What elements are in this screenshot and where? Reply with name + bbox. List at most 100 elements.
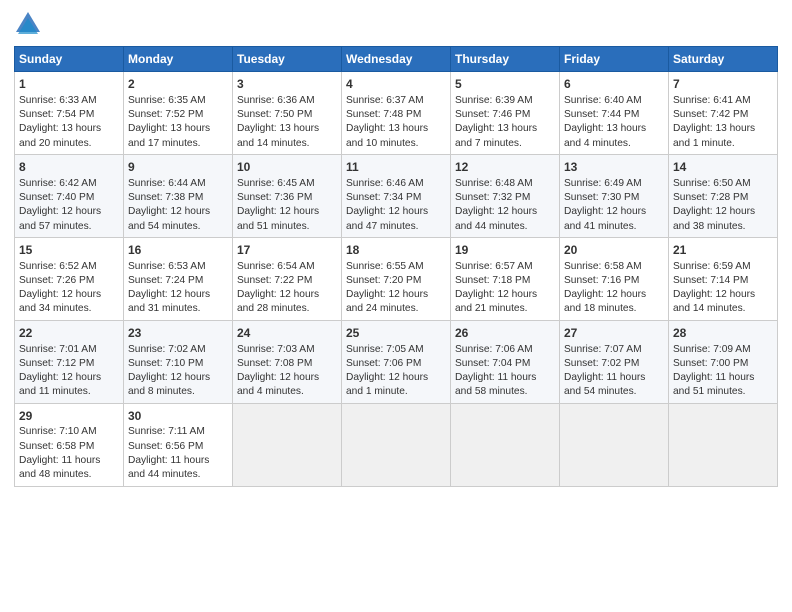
day-number: 30 (128, 408, 228, 425)
day-number: 29 (19, 408, 119, 425)
daylight-text: Daylight: 13 hours and 20 minutes. (19, 123, 101, 148)
sunset-text: Sunset: 7:18 PM (455, 275, 530, 286)
sunrise-text: Sunrise: 6:52 AM (19, 261, 97, 272)
table-cell: 13Sunrise: 6:49 AMSunset: 7:30 PMDayligh… (560, 154, 669, 237)
day-number: 6 (564, 76, 664, 93)
sunset-text: Sunset: 7:24 PM (128, 275, 203, 286)
calendar-table: Sunday Monday Tuesday Wednesday Thursday… (14, 46, 778, 487)
day-number: 26 (455, 325, 555, 342)
sunset-text: Sunset: 7:02 PM (564, 358, 639, 369)
day-number: 3 (237, 76, 337, 93)
table-cell: 26Sunrise: 7:06 AMSunset: 7:04 PMDayligh… (451, 320, 560, 403)
table-cell: 3Sunrise: 6:36 AMSunset: 7:50 PMDaylight… (233, 72, 342, 155)
table-cell: 9Sunrise: 6:44 AMSunset: 7:38 PMDaylight… (124, 154, 233, 237)
sunrise-text: Sunrise: 7:05 AM (346, 344, 424, 355)
sunset-text: Sunset: 7:54 PM (19, 109, 94, 120)
table-cell: 2Sunrise: 6:35 AMSunset: 7:52 PMDaylight… (124, 72, 233, 155)
table-cell: 21Sunrise: 6:59 AMSunset: 7:14 PMDayligh… (669, 237, 778, 320)
table-cell (669, 403, 778, 486)
day-number: 28 (673, 325, 773, 342)
col-friday: Friday (560, 47, 669, 72)
daylight-text: Daylight: 12 hours and 1 minute. (346, 372, 428, 397)
col-sunday: Sunday (15, 47, 124, 72)
sunrise-text: Sunrise: 7:06 AM (455, 344, 533, 355)
col-wednesday: Wednesday (342, 47, 451, 72)
day-number: 1 (19, 76, 119, 93)
daylight-text: Daylight: 13 hours and 17 minutes. (128, 123, 210, 148)
daylight-text: Daylight: 12 hours and 57 minutes. (19, 206, 101, 231)
sunrise-text: Sunrise: 6:58 AM (564, 261, 642, 272)
table-cell: 11Sunrise: 6:46 AMSunset: 7:34 PMDayligh… (342, 154, 451, 237)
table-cell: 30Sunrise: 7:11 AMSunset: 6:56 PMDayligh… (124, 403, 233, 486)
header (14, 10, 778, 38)
daylight-text: Daylight: 12 hours and 14 minutes. (673, 289, 755, 314)
table-cell: 25Sunrise: 7:05 AMSunset: 7:06 PMDayligh… (342, 320, 451, 403)
day-number: 25 (346, 325, 446, 342)
daylight-text: Daylight: 11 hours and 51 minutes. (673, 372, 754, 397)
sunrise-text: Sunrise: 6:41 AM (673, 95, 751, 106)
daylight-text: Daylight: 12 hours and 41 minutes. (564, 206, 646, 231)
table-cell: 1 Sunrise: 6:33 AM Sunset: 7:54 PM Daylight… (15, 72, 124, 155)
sunset-text: Sunset: 7:52 PM (128, 109, 203, 120)
sunrise-text: Sunrise: 6:57 AM (455, 261, 533, 272)
sunset-text: Sunset: 7:26 PM (19, 275, 94, 286)
sunset-text: Sunset: 7:00 PM (673, 358, 748, 369)
sunset-text: Sunset: 7:30 PM (564, 192, 639, 203)
sunset-text: Sunset: 7:34 PM (346, 192, 421, 203)
daylight-text: Daylight: 11 hours and 58 minutes. (455, 372, 536, 397)
sunrise-text: Sunrise: 6:54 AM (237, 261, 315, 272)
sunset-text: Sunset: 7:22 PM (237, 275, 312, 286)
sunset-text: Sunset: 7:44 PM (564, 109, 639, 120)
sunrise-text: Sunrise: 6:45 AM (237, 178, 315, 189)
table-cell: 22Sunrise: 7:01 AMSunset: 7:12 PMDayligh… (15, 320, 124, 403)
day-number: 7 (673, 76, 773, 93)
table-cell: 17Sunrise: 6:54 AMSunset: 7:22 PMDayligh… (233, 237, 342, 320)
daylight-text: Daylight: 12 hours and 34 minutes. (19, 289, 101, 314)
logo-icon (14, 10, 42, 38)
daylight-text: Daylight: 13 hours and 10 minutes. (346, 123, 428, 148)
sunset-text: Sunset: 6:58 PM (19, 441, 94, 452)
sunrise-text: Sunrise: 6:50 AM (673, 178, 751, 189)
daylight-text: Daylight: 12 hours and 54 minutes. (128, 206, 210, 231)
daylight-text: Daylight: 12 hours and 51 minutes. (237, 206, 319, 231)
day-number: 2 (128, 76, 228, 93)
sunrise-text: Sunrise: 6:48 AM (455, 178, 533, 189)
sunrise-text: Sunrise: 7:11 AM (128, 426, 205, 437)
sunrise-text: Sunrise: 6:33 AM (19, 95, 97, 106)
day-number: 12 (455, 159, 555, 176)
week-row-1: 1 Sunrise: 6:33 AM Sunset: 7:54 PM Daylight… (15, 72, 778, 155)
sunset-text: Sunset: 7:40 PM (19, 192, 94, 203)
table-cell: 7Sunrise: 6:41 AMSunset: 7:42 PMDaylight… (669, 72, 778, 155)
sunset-text: Sunset: 7:46 PM (455, 109, 530, 120)
col-thursday: Thursday (451, 47, 560, 72)
sunrise-text: Sunrise: 7:09 AM (673, 344, 751, 355)
table-cell (560, 403, 669, 486)
sunset-text: Sunset: 7:10 PM (128, 358, 203, 369)
table-cell: 20Sunrise: 6:58 AMSunset: 7:16 PMDayligh… (560, 237, 669, 320)
sunrise-text: Sunrise: 6:46 AM (346, 178, 424, 189)
daylight-text: Daylight: 12 hours and 31 minutes. (128, 289, 210, 314)
daylight-text: Daylight: 12 hours and 18 minutes. (564, 289, 646, 314)
sunrise-text: Sunrise: 6:44 AM (128, 178, 206, 189)
sunrise-text: Sunrise: 7:02 AM (128, 344, 206, 355)
day-number: 17 (237, 242, 337, 259)
week-row-5: 29Sunrise: 7:10 AMSunset: 6:58 PMDayligh… (15, 403, 778, 486)
daylight-text: Daylight: 12 hours and 24 minutes. (346, 289, 428, 314)
table-cell: 23Sunrise: 7:02 AMSunset: 7:10 PMDayligh… (124, 320, 233, 403)
daylight-text: Daylight: 13 hours and 1 minute. (673, 123, 755, 148)
day-number: 18 (346, 242, 446, 259)
sunset-text: Sunset: 7:20 PM (346, 275, 421, 286)
sunset-text: Sunset: 7:36 PM (237, 192, 312, 203)
sunset-text: Sunset: 7:14 PM (673, 275, 748, 286)
sunset-text: Sunset: 7:08 PM (237, 358, 312, 369)
daylight-text: Daylight: 12 hours and 4 minutes. (237, 372, 319, 397)
week-row-3: 15Sunrise: 6:52 AMSunset: 7:26 PMDayligh… (15, 237, 778, 320)
sunset-text: Sunset: 7:48 PM (346, 109, 421, 120)
day-number: 4 (346, 76, 446, 93)
day-number: 8 (19, 159, 119, 176)
sunrise-text: Sunrise: 6:40 AM (564, 95, 642, 106)
table-cell (451, 403, 560, 486)
sunrise-text: Sunrise: 6:55 AM (346, 261, 424, 272)
daylight-text: Daylight: 13 hours and 7 minutes. (455, 123, 537, 148)
day-number: 16 (128, 242, 228, 259)
